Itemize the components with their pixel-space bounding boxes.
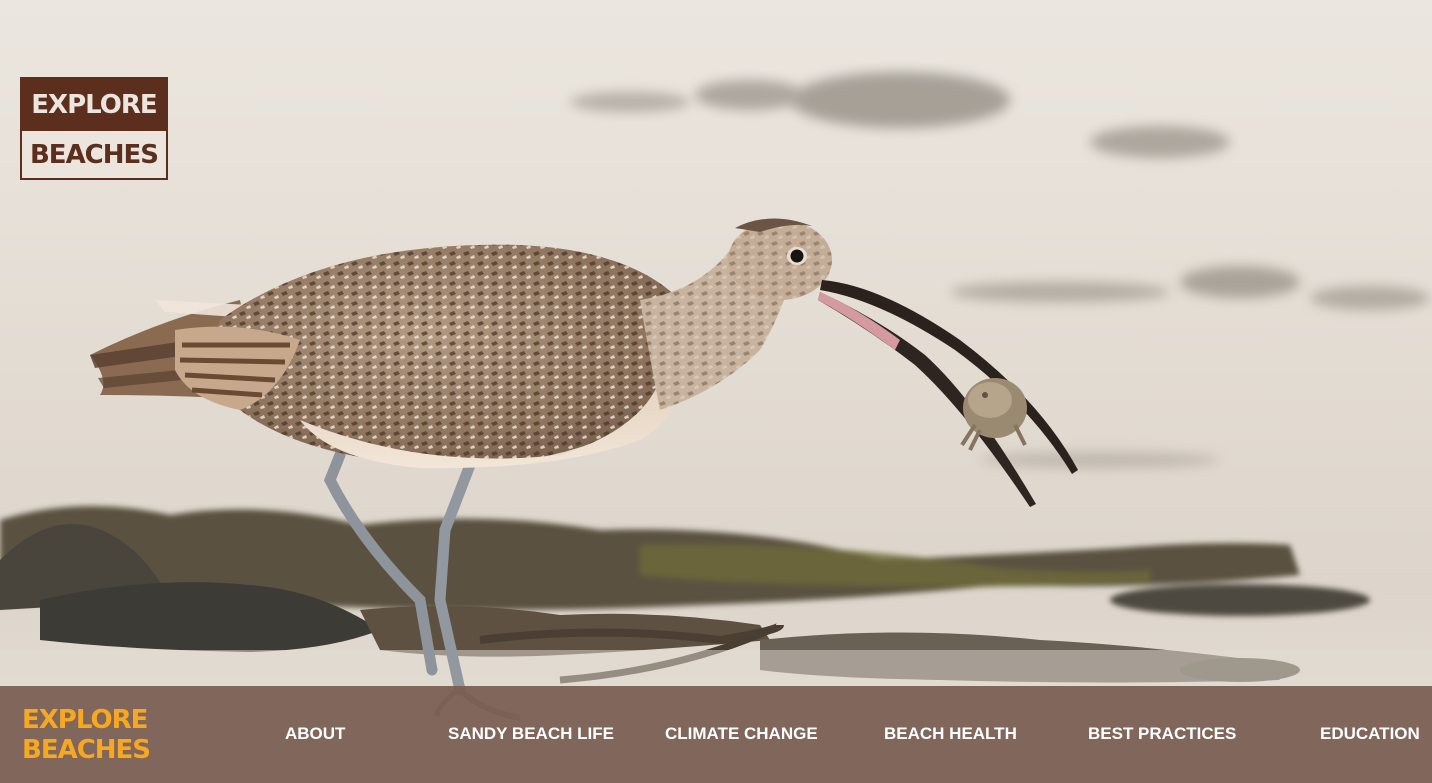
hero-section: EXPLORE BEACHES EXPLORE BEACHES ABOUT SA… (0, 0, 1432, 783)
bottom-navbar: EXPLORE BEACHES ABOUT SANDY BEACH LIFE C… (0, 686, 1432, 783)
nav-link-about[interactable]: ABOUT (285, 724, 345, 744)
site-logo-badge[interactable]: EXPLORE BEACHES (20, 77, 168, 180)
nav-logo-line2: BEACHES (22, 735, 151, 765)
nav-link-climate-change[interactable]: CLIMATE CHANGE (665, 724, 818, 744)
hero-photo (0, 0, 1432, 783)
logo-badge-line1: EXPLORE (31, 90, 157, 120)
nav-link-beach-health[interactable]: BEACH HEALTH (884, 724, 1017, 744)
logo-badge-bottom: BEACHES (22, 131, 166, 178)
nav-logo[interactable]: EXPLORE BEACHES (22, 705, 152, 767)
logo-badge-top: EXPLORE (22, 79, 166, 131)
logo-badge-line2: BEACHES (29, 139, 159, 170)
nav-link-best-practices[interactable]: BEST PRACTICES (1088, 724, 1236, 744)
nav-link-education[interactable]: EDUCATION (1320, 724, 1420, 744)
nav-logo-line1: EXPLORE (22, 705, 148, 735)
nav-link-sandy-beach-life[interactable]: SANDY BEACH LIFE (448, 724, 614, 744)
